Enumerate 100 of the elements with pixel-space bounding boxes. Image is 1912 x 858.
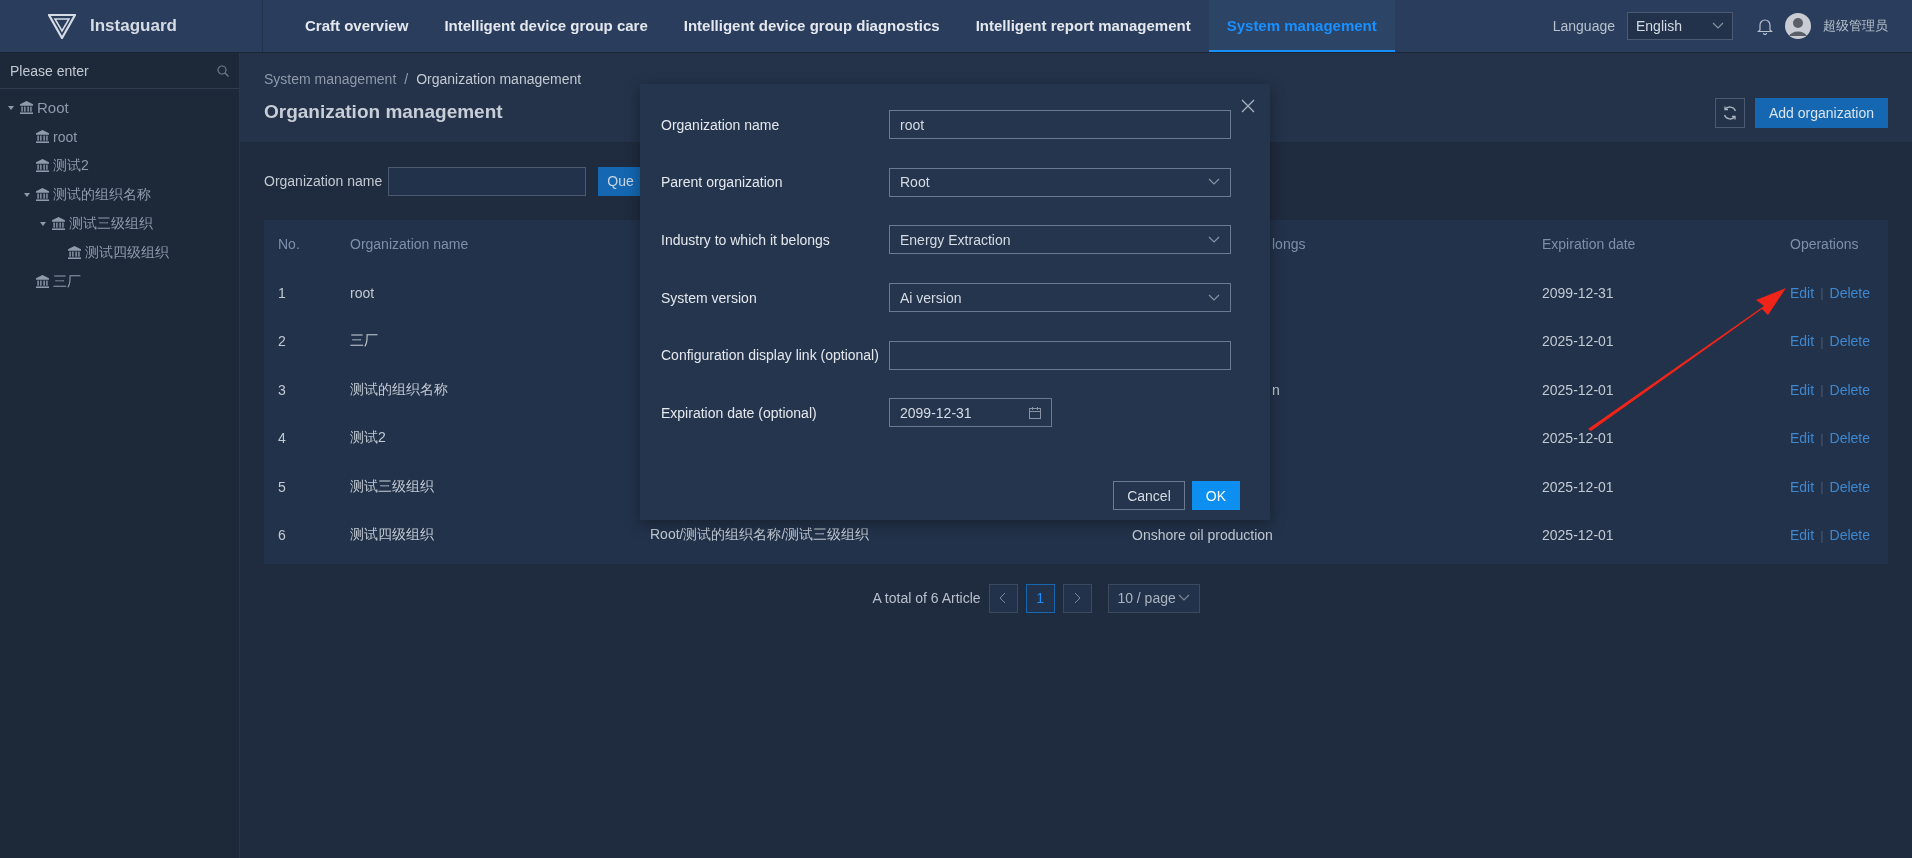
bell-icon[interactable]: [1757, 17, 1773, 35]
field-label: Organization name: [661, 116, 781, 133]
table-cell: root: [350, 284, 375, 301]
column-header: Organization name: [350, 236, 469, 253]
page-size-select[interactable]: 10 / page: [1107, 583, 1200, 613]
add-organization-button[interactable]: Add organization: [1754, 98, 1888, 128]
close-button[interactable]: [1240, 98, 1256, 114]
input-field[interactable]: root: [889, 110, 1231, 140]
chevron-down-icon: [1177, 594, 1190, 602]
table-cell: 5: [278, 478, 286, 495]
link-separator: |: [1820, 382, 1824, 398]
cancel-button[interactable]: Cancel: [1113, 481, 1185, 510]
table-cell: 测试三级组织: [350, 477, 434, 496]
link-separator: |: [1820, 430, 1824, 446]
tree-item[interactable]: root: [36, 128, 78, 145]
delete-link[interactable]: Delete: [1829, 284, 1870, 301]
refresh-button[interactable]: [1714, 98, 1745, 128]
delete-link[interactable]: Delete: [1829, 527, 1870, 544]
tree-item[interactable]: Root: [20, 99, 69, 116]
bank-icon: [68, 246, 81, 259]
column-header: Operations: [1790, 236, 1859, 253]
chevron-left-icon: [999, 592, 1008, 604]
user-name[interactable]: 超级管理员: [1823, 17, 1888, 35]
breadcrumb-separator: /: [404, 71, 409, 87]
ok-button[interactable]: OK: [1191, 481, 1240, 510]
link-separator: |: [1820, 285, 1824, 301]
link-separator: |: [1820, 479, 1824, 495]
field-label: Expiration date (optional): [661, 404, 818, 421]
select-field[interactable]: Energy Extraction: [889, 225, 1231, 255]
table-cell: 2: [278, 333, 286, 350]
breadcrumb-link[interactable]: System management: [264, 71, 397, 87]
edit-link[interactable]: Edit: [1790, 527, 1815, 544]
table-cell: 三厂: [350, 332, 378, 351]
tree-item[interactable]: 测试三级组织: [52, 214, 153, 233]
edit-link[interactable]: Edit: [1790, 333, 1815, 350]
table-cell: 2099-12-31: [1542, 284, 1614, 301]
table-cell: 2025-12-01: [1542, 381, 1614, 398]
chevron-right-icon: [1073, 592, 1082, 604]
chevron-down-icon: [1208, 293, 1220, 302]
table-cell: 2025-12-01: [1542, 527, 1614, 544]
nav-tab[interactable]: Intelligent report management: [957, 0, 1209, 52]
nav-tab[interactable]: Craft overview: [287, 0, 427, 52]
table-cell: 测试四级组织: [350, 526, 434, 545]
field-label: Industry to which it belongs: [661, 232, 831, 248]
bank-icon: [36, 275, 49, 288]
breadcrumb-current: Organization management: [416, 71, 582, 87]
bank-icon: [36, 188, 49, 201]
link-separator: |: [1820, 333, 1824, 349]
refresh-icon: [1721, 105, 1738, 121]
bank-icon: [36, 130, 49, 143]
table-cell: n: [1272, 381, 1280, 398]
table-cell: 测试的组织名称: [350, 380, 448, 399]
organization-name-input[interactable]: [388, 166, 587, 196]
search-field[interactable]: Please enter: [0, 53, 239, 89]
field-label: System version: [661, 289, 758, 306]
table-cell: 2025-12-01: [1542, 430, 1614, 447]
edit-link[interactable]: Edit: [1790, 430, 1815, 447]
edit-link[interactable]: Edit: [1790, 478, 1815, 495]
column-header: longs: [1272, 236, 1306, 253]
delete-link[interactable]: Delete: [1829, 478, 1870, 495]
column-header: No.: [278, 236, 300, 253]
chevron-down-icon: [1208, 178, 1220, 187]
table-cell: 1: [278, 284, 286, 301]
page-button[interactable]: 1: [1025, 583, 1055, 613]
table-cell: Root/测试的组织名称/测试三级组织: [650, 526, 870, 545]
column-header: Expiration date: [1542, 236, 1636, 253]
bank-icon: [20, 101, 33, 114]
field-label: Configuration display link (optional): [661, 347, 880, 364]
input-field[interactable]: [889, 340, 1231, 370]
nav-tab[interactable]: System management: [1208, 0, 1395, 52]
avatar-icon[interactable]: [1785, 13, 1811, 39]
date-field[interactable]: 2099-12-31: [889, 398, 1052, 428]
nav-tab[interactable]: Intelligent device group diagnostics: [665, 0, 958, 52]
delete-link[interactable]: Delete: [1829, 430, 1870, 447]
edit-link[interactable]: Edit: [1790, 284, 1815, 301]
select-field[interactable]: Ai version: [889, 283, 1231, 313]
delete-link[interactable]: Delete: [1829, 381, 1870, 398]
tree-item[interactable]: 测试2: [36, 156, 89, 175]
tree-item[interactable]: 测试的组织名称: [36, 185, 151, 204]
chevron-down-icon: [1712, 22, 1724, 30]
bank-icon: [52, 217, 65, 230]
table-cell: 3: [278, 381, 286, 398]
calendar-icon: [1029, 406, 1041, 419]
table-cell: Onshore oil production: [1132, 527, 1273, 544]
chevron-down-icon: [1208, 236, 1220, 244]
field-label: Parent organization: [661, 174, 784, 191]
search-icon: [217, 64, 229, 77]
table-cell: 6: [278, 527, 286, 544]
language-select[interactable]: English: [1627, 12, 1733, 40]
delete-link[interactable]: Delete: [1829, 333, 1870, 350]
nav-tab[interactable]: Intelligent device group care: [426, 0, 666, 52]
app-name: Instaguard: [90, 16, 177, 36]
filter-label: Organization name: [264, 173, 383, 189]
select-field[interactable]: Root: [889, 167, 1231, 197]
edit-link[interactable]: Edit: [1790, 381, 1815, 398]
total-count: A total of 6 Article: [872, 590, 981, 606]
tree-item[interactable]: 测试四级组织: [68, 243, 169, 262]
bank-icon: [36, 159, 49, 172]
table-cell: 测试2: [350, 429, 386, 448]
tree-item[interactable]: 三厂: [36, 272, 81, 291]
